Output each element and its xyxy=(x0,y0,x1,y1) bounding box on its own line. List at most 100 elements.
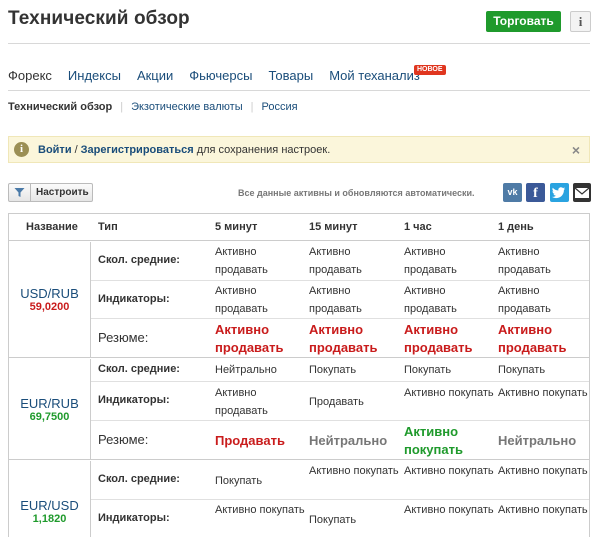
table-header: Название Тип 5 минут 15 минут 1 час 1 де… xyxy=(9,214,589,241)
col-15min-header: 15 минут xyxy=(309,221,358,233)
signal-cell: Активно покупать xyxy=(309,465,399,477)
summary-signal-cell: Активно продавать xyxy=(309,322,378,355)
signal-cell: Активно покупать xyxy=(498,504,588,516)
pair-price: 69,7500 xyxy=(29,410,70,423)
pair-cell: EUR/USD 1,1820 xyxy=(9,461,91,537)
table-row-moving-averages: Скол. средние: Нейтрально Покупать Покуп… xyxy=(91,359,589,382)
signal-cell: Активно продавать xyxy=(309,285,362,315)
register-link[interactable]: Зарегистрироваться xyxy=(81,144,194,156)
twitter-icon[interactable] xyxy=(550,183,569,202)
notice-text: для сохранения настроек. xyxy=(196,143,331,156)
summary-signal-cell: Активно продавать xyxy=(404,322,473,355)
toolbar: Настроить Все данные активны и обновляют… xyxy=(8,183,591,204)
subnav-exotic-currencies[interactable]: Экзотические валюты xyxy=(131,100,243,114)
configure-label: Настроить xyxy=(36,187,89,198)
col-1day-header: 1 день xyxy=(498,221,534,233)
table-row-summary: Резюме: Активно продавать Активно продав… xyxy=(91,319,589,358)
subnav-russia[interactable]: Россия xyxy=(261,100,297,114)
row-label: Индикаторы: xyxy=(98,512,170,524)
signal-cell: Покупать xyxy=(215,475,263,487)
new-badge: НОВОЕ xyxy=(414,65,446,75)
sub-nav: Технический обзор | Экзотические валюты … xyxy=(8,100,298,114)
summary-signal-cell: Активно продавать xyxy=(215,322,284,355)
facebook-icon[interactable]: f xyxy=(526,183,545,202)
row-label: Скол. средние: xyxy=(98,363,180,375)
page-header: Технический обзор Торговать i xyxy=(8,6,593,42)
tab-forex[interactable]: Форекс xyxy=(8,68,52,88)
signal-cell: Активно продавать xyxy=(215,285,268,315)
auto-update-text: Все данные активны и обновляются автомат… xyxy=(238,188,475,198)
signal-cell: Активно покупать xyxy=(404,387,494,399)
subnav-separator: | xyxy=(120,101,124,113)
vk-icon[interactable]: vk xyxy=(503,183,522,202)
signal-cell: Активно продавать xyxy=(215,246,268,276)
main-nav: Форекс Индексы Акции Фьючерсы Товары Мой… xyxy=(8,68,436,88)
table-row-indicators: Индикаторы: Активно продавать Продавать … xyxy=(91,382,589,421)
notice-separator: / xyxy=(74,143,78,156)
header-divider xyxy=(8,43,590,44)
trade-button[interactable]: Торговать xyxy=(486,11,561,32)
table-row-indicators: Индикаторы: Активно продавать Активно пр… xyxy=(91,281,589,319)
table-group-eur-usd: EUR/USD 1,1820 Скол. средние: Покупать А… xyxy=(9,461,589,537)
signal-cell: Покупать xyxy=(404,364,452,376)
technical-summary-table: Название Тип 5 минут 15 минут 1 час 1 де… xyxy=(8,213,590,537)
signal-cell: Продавать xyxy=(309,396,364,408)
tab-my-analysis[interactable]: Мой теханализ xyxy=(329,68,420,88)
summary-signal-cell: Активно покупать xyxy=(404,424,463,457)
signal-cell: Активно покупать xyxy=(215,504,305,516)
signal-cell: Активно покупать xyxy=(404,504,494,516)
table-group-eur-rub: EUR/RUB 69,7500 Скол. средние: Нейтральн… xyxy=(9,359,589,460)
signal-cell: Активно продавать xyxy=(498,285,551,315)
login-link[interactable]: Войти xyxy=(38,144,72,156)
col-1hour-header: 1 час xyxy=(404,221,432,233)
signal-cell: Активно покупать xyxy=(498,387,588,399)
subnav-technical-overview[interactable]: Технический обзор xyxy=(8,100,112,114)
pair-link-eur-rub[interactable]: EUR/RUB xyxy=(20,396,79,411)
pair-price: 59,0200 xyxy=(29,301,70,313)
table-row-moving-averages: Скол. средние: Активно продавать Активно… xyxy=(91,242,589,281)
info-button[interactable]: i xyxy=(570,11,591,32)
col-type-header: Тип xyxy=(98,221,118,233)
row-label: Индикаторы: xyxy=(98,293,170,305)
close-icon[interactable]: × xyxy=(572,142,580,158)
pair-link-usd-rub[interactable]: USD/RUB xyxy=(20,286,79,301)
table-row-indicators: Индикаторы: Активно покупать Покупать Ак… xyxy=(91,500,589,537)
tab-indices[interactable]: Индексы xyxy=(68,68,121,88)
mail-icon[interactable] xyxy=(573,183,591,202)
signal-cell: Активно продавать xyxy=(215,387,268,417)
table-row-moving-averages: Скол. средние: Покупать Активно покупать… xyxy=(91,461,589,500)
tab-commodities[interactable]: Товары xyxy=(268,68,313,88)
summary-signal-cell: Активно продавать xyxy=(498,322,567,355)
nav-divider xyxy=(8,90,590,91)
row-label: Резюме: xyxy=(98,432,149,447)
table-row-summary: Резюме: Продавать Нейтрально Активно пок… xyxy=(91,421,589,460)
signal-cell: Покупать xyxy=(309,364,357,376)
configure-button[interactable]: Настроить xyxy=(8,183,93,202)
table-group-usd-rub: USD/RUB 59,0200 Скол. средние: Активно п… xyxy=(9,242,589,358)
signal-cell: Активно покупать xyxy=(498,465,588,477)
info-circle-icon: i xyxy=(14,142,29,157)
filter-icon xyxy=(9,184,31,201)
signal-cell: Активно продавать xyxy=(404,246,457,276)
signal-cell: Нейтрально xyxy=(215,364,277,376)
pair-cell: EUR/RUB 69,7500 xyxy=(9,359,91,459)
tab-stocks[interactable]: Акции xyxy=(137,68,173,88)
summary-signal-cell: Нейтрально xyxy=(498,433,577,448)
signal-cell: Активно продавать xyxy=(498,246,551,276)
pair-price: 1,1820 xyxy=(32,512,67,525)
tab-futures[interactable]: Фьючерсы xyxy=(189,68,252,88)
page-title: Технический обзор xyxy=(8,8,190,29)
summary-signal-cell: Нейтрально xyxy=(309,433,388,448)
pair-cell: USD/RUB 59,0200 xyxy=(9,242,91,357)
signal-cell: Покупать xyxy=(309,514,357,526)
pair-link-eur-usd[interactable]: EUR/USD xyxy=(20,498,79,513)
col-name-header: Название xyxy=(26,221,78,233)
signal-cell: Активно покупать xyxy=(404,465,494,477)
col-5min-header: 5 минут xyxy=(215,221,258,233)
row-label: Скол. средние: xyxy=(98,254,180,266)
login-notice: i Войти / Зарегистрироваться для сохране… xyxy=(8,136,590,163)
row-label: Индикаторы: xyxy=(98,394,170,406)
signal-cell: Активно продавать xyxy=(309,246,362,276)
row-label: Скол. средние: xyxy=(98,473,180,485)
signal-cell: Покупать xyxy=(498,364,546,376)
